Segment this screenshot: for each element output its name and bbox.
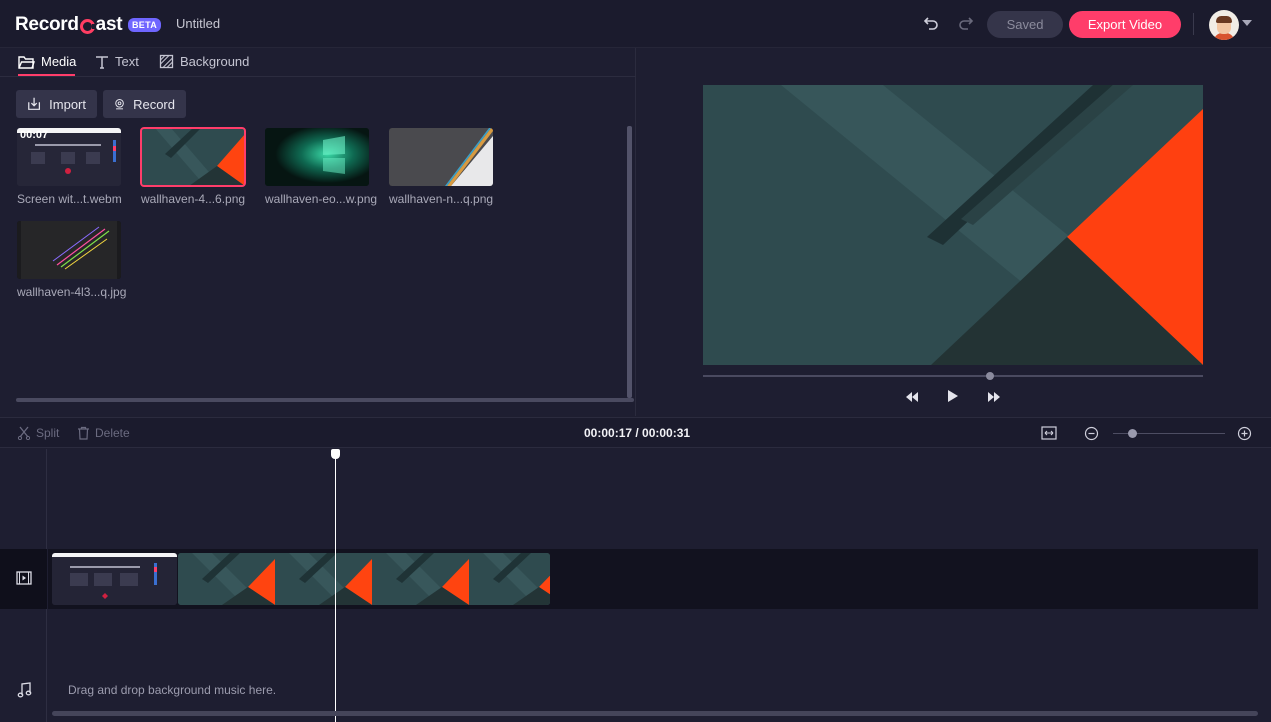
folder-icon [18,55,35,69]
panel-tabs: Media Text Background [0,48,636,77]
app-logo: Record ast [15,14,123,36]
top-bar: Record ast BETA Untitled Saved Export Vid… [0,0,1271,48]
import-icon [28,97,41,110]
media-thumbnail [140,127,246,187]
active-tab-indicator [18,74,75,76]
music-drop-hint[interactable]: Drag and drop background music here. [68,683,276,697]
timeline-scrollbar[interactable] [52,711,1258,716]
media-item[interactable]: 00:07 Screen wit...t.webm [17,128,122,206]
timeline-clip-screen[interactable] [52,553,177,605]
timeline-toolbar: Split Delete 00:00:17 / 00:00:31 [0,417,1271,448]
timecode: 00:00:17 / 00:00:31 [584,426,691,440]
timeline: Drag and drop background music here. [0,449,1271,722]
logo-camera-icon [79,18,96,34]
split-button[interactable]: Split [17,426,59,440]
media-horizontal-scrollbar[interactable] [16,398,634,402]
fit-timeline-icon[interactable] [1041,425,1057,446]
media-item[interactable]: wallhaven-n...q.png [389,128,493,206]
media-thumbnail [17,221,121,279]
media-name: wallhaven-n...q.png [389,192,494,206]
zoom-in-icon[interactable] [1237,426,1252,446]
export-video-button[interactable]: Export Video [1069,11,1181,38]
play-icon[interactable] [947,389,959,408]
zoom-slider-knob[interactable] [1128,429,1137,438]
redo-icon[interactable] [958,15,974,34]
media-thumbnail [389,128,493,186]
preview-canvas[interactable] [703,85,1203,365]
media-thumbnail: 00:07 [17,128,121,186]
document-title[interactable]: Untitled [176,16,220,31]
header-divider [1193,13,1194,35]
preview-progress-bar[interactable] [703,372,1203,380]
progress-knob[interactable] [986,372,994,380]
record-button[interactable]: Record [103,90,186,118]
video-track-icon [16,571,32,590]
trash-icon [78,426,89,440]
timeline-clip-image[interactable] [178,553,550,605]
media-item[interactable]: wallhaven-4l3...q.jpg [17,221,127,299]
tab-media[interactable]: Media [18,54,76,69]
media-panel: Media Text Background Import Record 00:0… [0,48,636,416]
text-icon [96,55,108,69]
media-name: Screen wit...t.webm [17,192,122,206]
playhead-handle[interactable] [331,449,340,459]
media-vertical-scrollbar[interactable] [627,126,632,398]
logo-text-2: ast [95,14,123,35]
media-item[interactable]: wallhaven-eo...w.png [265,128,378,206]
delete-button[interactable]: Delete [77,426,130,440]
zoom-out-icon[interactable] [1084,426,1099,446]
tab-background[interactable]: Background [159,54,249,69]
tab-text[interactable]: Text [95,54,139,69]
rewind-icon[interactable] [905,390,919,408]
media-duration: 00:07 [20,129,49,141]
preview-panel [637,48,1271,416]
import-button[interactable]: Import [16,90,97,118]
music-note-icon [17,682,32,703]
beta-badge: BETA [128,18,162,32]
chevron-down-icon[interactable] [1242,20,1252,26]
fast-forward-icon[interactable] [987,390,1001,408]
scissors-icon [17,426,31,440]
media-thumbnail [265,128,369,186]
video-track-header [0,549,47,609]
media-name: wallhaven-4l3...q.jpg [17,285,127,299]
webcam-icon [115,99,124,110]
playhead[interactable] [335,449,336,722]
media-name: wallhaven-4...6.png [141,192,246,206]
saved-button[interactable]: Saved [987,11,1063,38]
undo-icon[interactable] [923,15,939,34]
media-item[interactable]: wallhaven-4...6.png [140,127,246,206]
logo-text-1: Record [15,14,79,35]
background-icon [159,54,174,69]
media-name: wallhaven-eo...w.png [265,192,378,206]
avatar[interactable] [1209,10,1239,40]
